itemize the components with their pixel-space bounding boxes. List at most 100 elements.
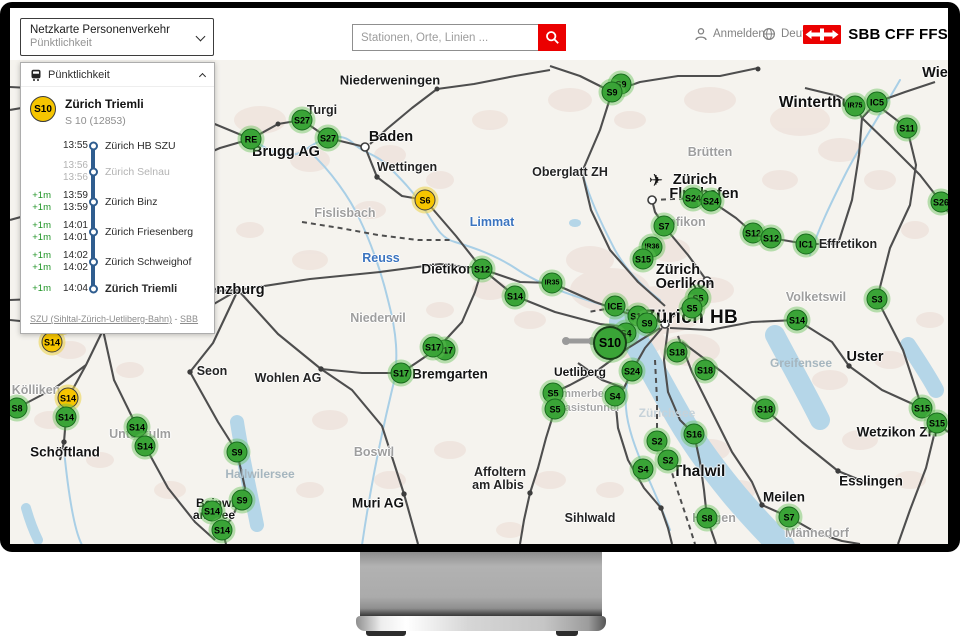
map-label: Boswil — [354, 445, 394, 459]
map-label: Greifensee — [770, 356, 832, 370]
map-label: Fislisbach — [314, 206, 375, 220]
footer-separator: - — [172, 314, 180, 324]
map-label: Oberglatt ZH — [532, 165, 608, 179]
line-badge-s17[interactable]: S17 — [423, 337, 444, 358]
map-label: am Albis — [472, 478, 524, 492]
line-badge-s14[interactable]: S14 — [135, 436, 156, 457]
map-label: Baden — [369, 129, 413, 145]
map-label: Effretikon — [819, 237, 877, 251]
line-badge-s8[interactable]: S8 — [10, 398, 28, 419]
map-label: Schöftland — [30, 445, 100, 460]
sbb-logo[interactable]: SBB CFF FFS — [803, 8, 948, 60]
map-label: Seon — [197, 364, 228, 378]
layer-dropdown-title: Netzkarte Personenverkehr — [30, 23, 191, 37]
line-badge-s3[interactable]: S3 — [867, 289, 888, 310]
map-label: Limmat — [470, 215, 514, 229]
line-badge-s2[interactable]: S2 — [647, 431, 668, 452]
line-badge-s7[interactable]: S7 — [654, 216, 675, 237]
stop-name: Zürich Schweighof — [105, 256, 191, 268]
line-badge-s14[interactable]: S14 — [42, 332, 63, 353]
airplane-icon: ✈ — [649, 171, 663, 191]
map-label: Volketswil — [786, 290, 846, 304]
map-label: Wies — [922, 65, 948, 81]
line-badge-s14[interactable]: S14 — [56, 407, 77, 428]
line-badge-s10[interactable]: S10 — [593, 326, 627, 360]
stop-name: Zürich Binz — [105, 196, 158, 208]
line-badge-ir35[interactable]: IR35 — [542, 273, 563, 294]
search-button[interactable] — [538, 24, 566, 51]
line-badge-s4[interactable]: S4 — [633, 459, 654, 480]
line-badge-s9[interactable]: S9 — [232, 490, 253, 511]
line-badge-ir75[interactable]: IR75 — [845, 96, 866, 117]
line-badge-s5[interactable]: S5 — [682, 298, 703, 319]
line-badge-ic1[interactable]: IC1 — [796, 234, 817, 255]
map-label: Zürichsee — [639, 406, 696, 420]
line-badge-s9[interactable]: S9 — [637, 313, 658, 334]
map-label: Muri AG — [352, 496, 404, 511]
line-badge-s16[interactable]: S16 — [684, 424, 705, 445]
login-label: Anmelden — [713, 28, 765, 40]
panel-header[interactable]: Pünktlichkeit — [21, 63, 214, 87]
map-label: Wohlen AG — [255, 371, 322, 385]
map-label: Thalwil — [673, 463, 726, 481]
line-badge-s18[interactable]: S18 — [695, 360, 716, 381]
line-badge-s14[interactable]: S14 — [58, 388, 79, 409]
panel-footer: SZU (Sihltal-Zürich-Uetliberg-Bahn) - SB… — [21, 307, 214, 333]
line-badge-s8[interactable]: S8 — [697, 508, 718, 529]
stop-row: 13:55Zürich HB SZU — [21, 135, 214, 157]
line-badge-s15[interactable]: S15 — [633, 249, 654, 270]
layer-dropdown-subtitle: Pünktlichkeit — [30, 37, 191, 50]
footer-link-szu[interactable]: SZU (Sihltal-Zürich-Uetliberg-Bahn) — [30, 314, 172, 324]
map-label: Sihlwald — [565, 511, 616, 525]
monitor-stand-base — [356, 616, 606, 631]
stop-name: Zürich HB SZU — [105, 140, 176, 152]
line-badge-s27[interactable]: S27 — [318, 128, 339, 149]
line-badge-s9[interactable]: S9 — [602, 82, 623, 103]
line-badge-s24[interactable]: S24 — [701, 191, 722, 212]
map-label: Brütten — [688, 145, 732, 159]
line-badge-s18[interactable]: S18 — [667, 342, 688, 363]
map-label: Wettingen — [377, 160, 437, 174]
line-badge-s14[interactable]: S14 — [787, 310, 808, 331]
line-badge-s12[interactable]: S12 — [761, 228, 782, 249]
line-badge-s2[interactable]: S2 — [658, 450, 679, 471]
line-badge-s7[interactable]: S7 — [779, 507, 800, 528]
line-badge-s14[interactable]: S14 — [505, 286, 526, 307]
line-badge-re[interactable]: RE — [241, 129, 262, 150]
line-badge-s4[interactable]: S4 — [605, 386, 626, 407]
line-badge-ice[interactable]: ICE — [605, 296, 626, 317]
line-badge-s15[interactable]: S15 — [927, 413, 948, 434]
line-badge-s14[interactable]: S14 — [212, 520, 233, 541]
map-label: Niederwil — [350, 311, 406, 325]
route-line-info: S 10 (12853) — [65, 115, 144, 127]
line-badge-s26[interactable]: S26 — [931, 192, 949, 213]
map-label: Brugg AG — [252, 144, 320, 160]
map-label: Hallwilersee — [225, 467, 294, 481]
line-badge-s27[interactable]: S27 — [292, 110, 313, 131]
screen: NiederweningenTurgiBrugg AGBadenWettinge… — [10, 8, 948, 544]
map-label: Männedorf — [785, 526, 849, 540]
chevron-up-icon[interactable] — [199, 72, 206, 79]
line-badge-s17[interactable]: S17 — [391, 363, 412, 384]
line-badge-s18[interactable]: S18 — [755, 399, 776, 420]
line-badge-s24[interactable]: S24 — [622, 361, 643, 382]
stop-node — [89, 228, 98, 237]
search-input[interactable] — [352, 24, 538, 51]
map-label: Reuss — [362, 251, 400, 265]
route-badge: S10 — [30, 96, 56, 122]
train-icon — [30, 69, 42, 81]
line-badge-s6[interactable]: S6 — [415, 190, 436, 211]
line-badge-ic5[interactable]: IC5 — [867, 92, 888, 113]
line-badge-s14[interactable]: S14 — [127, 417, 148, 438]
line-badge-s12[interactable]: S12 — [472, 259, 493, 280]
search-bar — [352, 24, 566, 51]
layer-dropdown[interactable]: Netzkarte Personenverkehr Pünktlichkeit — [20, 18, 214, 56]
login-button[interactable]: Anmelden — [694, 8, 765, 60]
line-badge-s11[interactable]: S11 — [897, 118, 918, 139]
line-badge-s14[interactable]: S14 — [202, 501, 223, 522]
stop-node — [89, 258, 98, 267]
line-badge-s5[interactable]: S5 — [545, 399, 566, 420]
line-badge-s9[interactable]: S9 — [227, 442, 248, 463]
footer-link-sbb[interactable]: SBB — [180, 314, 198, 324]
monitor-stand-foot — [556, 631, 578, 636]
